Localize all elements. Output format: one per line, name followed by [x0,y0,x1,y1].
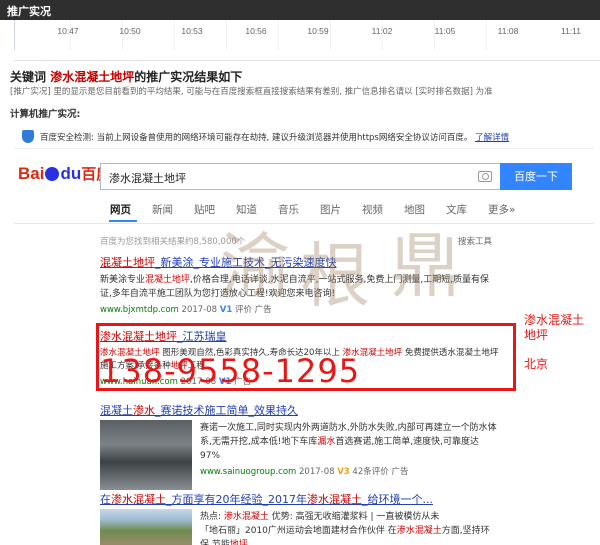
search-input[interactable]: 渗水混凝土地坪 [100,163,500,190]
snippet-keyword: 渗水混凝土 [223,512,269,522]
heading-prefix: 关键词 [10,70,47,84]
tab-wenku[interactable]: 文库 [446,202,467,217]
side-label-keyword: 渗水混凝土 地坪 [524,313,584,343]
timeline-gridline [278,20,279,50]
snippet-text: 新美涂专业 [100,275,146,285]
result-url[interactable]: www.bjxmtdp.com 2017-08 V1 评价 广告 [100,303,500,315]
title-keyword: 混凝土地坪 [100,256,155,269]
heading-keyword: 渗水混凝土地坪 [50,70,135,84]
ad-label: 广告 [391,467,409,477]
result-title[interactable]: 混凝土渗水_赛诺技术施工简单_效果持久 [100,402,500,418]
result-thumbnail[interactable] [100,509,192,545]
search-result: 在渗水混凝土_方面享有20年经验_2017年渗水混凝土_给环境一个... [100,491,580,507]
security-message: 百度安全检测: 当前上网设备曾使用的网络环境可能存在劫持, 建议升级浏览器并使用… [40,133,473,143]
result-snippet: 新美涂专业混凝土地坪,价格合理,电话详谈,水泥自流平,一站式服务,免费上门测量,… [100,273,500,301]
ad-label: 广告 [254,305,272,315]
search-button[interactable]: 百度一下 [500,163,572,190]
snippet-text: 「地石丽」2010广州运动会地面建材合作伙伴 在 [200,526,397,536]
result-url[interactable]: www.sainuogroup.com 2017-08 V3 42条评价 广告 [200,465,408,477]
window-title-bar: 推广实况 [0,0,600,20]
tab-video[interactable]: 视频 [362,202,383,217]
search-tools[interactable]: 搜索工具 [458,235,492,247]
snippet-keyword: 漏水 [317,437,336,447]
title-text: _给环境一个... [362,493,433,506]
phone-number-overlay: 138-9558-1295 [100,352,361,390]
search-tabs: 网页 新闻 贴吧 知道 音乐 图片 视频 地图 文库 更多» [110,202,590,222]
snippet-keyword: 混凝土地坪 [145,275,191,285]
preview-note: [推广实况] 里的显示是您目前看到的平均结果, 可能与在百度搜索框直接搜索结果有… [10,87,493,97]
side-line: 地坪 [524,328,549,342]
active-tab-indicator [109,220,137,222]
tab-zhidao[interactable]: 知道 [236,202,257,217]
result-snippet: 热点: 渗水混凝土 优势: 高强无收缩灌浆料 | 一直被模仿从未「地石丽」201… [200,510,498,545]
result-title[interactable]: 混凝土地坪_新美涂_专业施工技术_无污染速度快 [100,254,500,270]
v-badge: V3 [337,467,350,477]
result-date: 2017-08 [299,467,335,477]
v-badge: V1 [219,305,233,315]
timeline-tick: 11:05 [434,26,456,36]
result-snippet: 赛诺一次施工,同时实现内外两道防水,外防水失败,内部可再建立一个防水体系,无需开… [200,421,498,463]
tab-web[interactable]: 网页 [110,202,131,217]
title-text: 在 [100,493,111,506]
tab-images[interactable]: 图片 [320,202,341,217]
title-keyword: 渗水 [133,404,155,417]
result-count: 百度为您找到相关结果约8,580,000个 [100,237,246,247]
url-text: www.bjxmtdp.com [100,305,179,315]
heading-suffix: 的推广实况结果如下 [134,70,243,84]
timeline-tick: 11:11 [560,26,581,36]
pc-preview-label: 计算机推广实况: [10,109,81,120]
window-title: 推广实况 [7,5,51,18]
tab-tieba[interactable]: 贴吧 [194,202,215,217]
timeline-tick: 10:47 [57,26,79,36]
security-notice: 百度安全检测: 当前上网设备曾使用的网络环境可能存在劫持, 建议升级浏览器并使用… [14,124,594,149]
title-text: 混凝土 [100,404,133,417]
snippet-text: 优势: 高强无收缩灌浆料 | 一直被模仿从未 [268,512,440,522]
side-label-city: 北京 [524,357,549,371]
title-text: _新美涂_专业施工技术_无污染速度快 [155,256,337,269]
result-thumbnail[interactable] [100,420,192,490]
timeline-chart: 10:47 10:50 10:53 10:56 10:59 11:02 11:0… [0,20,600,61]
timeline-tick: 10:50 [119,26,141,36]
search-tools-label: 搜索工具 [458,237,493,247]
tabs-divider [14,223,594,224]
title-text: _方面享有20年经验_2017年 [166,493,307,506]
camera-icon[interactable] [478,171,492,182]
snippet-keyword: 渗水混凝土 [396,526,442,536]
timeline-tick: 11:02 [371,26,393,36]
snippet-text: 热点: [200,512,224,522]
snippet-keyword: 地坪 [229,540,248,545]
url-text: www.sainuogroup.com [200,467,297,477]
timeline-baseline [14,60,600,61]
eval-link: 评价 [234,305,252,315]
logo-du: du [60,164,82,183]
search-query: 渗水混凝土地坪 [109,172,186,185]
security-text: 百度安全检测: 当前上网设备曾使用的网络环境可能存在劫持, 建议升级浏览器并使用… [40,131,509,143]
search-result: 混凝土渗水_赛诺技术施工简单_效果持久 [100,402,500,418]
tab-more[interactable]: 更多» [488,202,515,217]
timeline-axis [14,20,15,50]
tab-map[interactable]: 地图 [404,202,425,217]
title-keyword: 渗水混凝土 [307,493,362,506]
timeline-tick: 10:59 [307,26,329,36]
baidu-logo[interactable]: Bai du百度 [18,163,111,184]
timeline-tick: 10:53 [181,26,203,36]
timeline-gridline [486,20,487,50]
search-result: 混凝土地坪_新美涂_专业施工技术_无污染速度快 新美涂专业混凝土地坪,价格合理,… [100,254,500,315]
result-heading: 关键词 渗水混凝土地坪的推广实况结果如下 [10,68,242,85]
title-keyword: 渗水混凝土 [111,493,166,506]
result-date: 2017-08 [181,305,218,315]
tab-music[interactable]: 音乐 [278,202,299,217]
security-details-link[interactable]: 了解详情 [475,133,509,143]
paw-icon [45,167,60,181]
timeline-tick: 10:56 [245,26,267,36]
timeline-gridline [226,20,227,50]
timeline-tick: 11:08 [497,26,519,36]
result-title[interactable]: 在渗水混凝土_方面享有20年经验_2017年渗水混凝土_给环境一个... [100,491,580,507]
side-line: 渗水混凝土 [524,313,585,327]
logo-bai: Bai [18,164,45,183]
title-text: _赛诺技术施工简单_效果持久 [155,404,298,417]
eval-link: 42条评价 [352,467,389,477]
tab-news[interactable]: 新闻 [152,202,173,217]
shield-icon [22,130,34,143]
